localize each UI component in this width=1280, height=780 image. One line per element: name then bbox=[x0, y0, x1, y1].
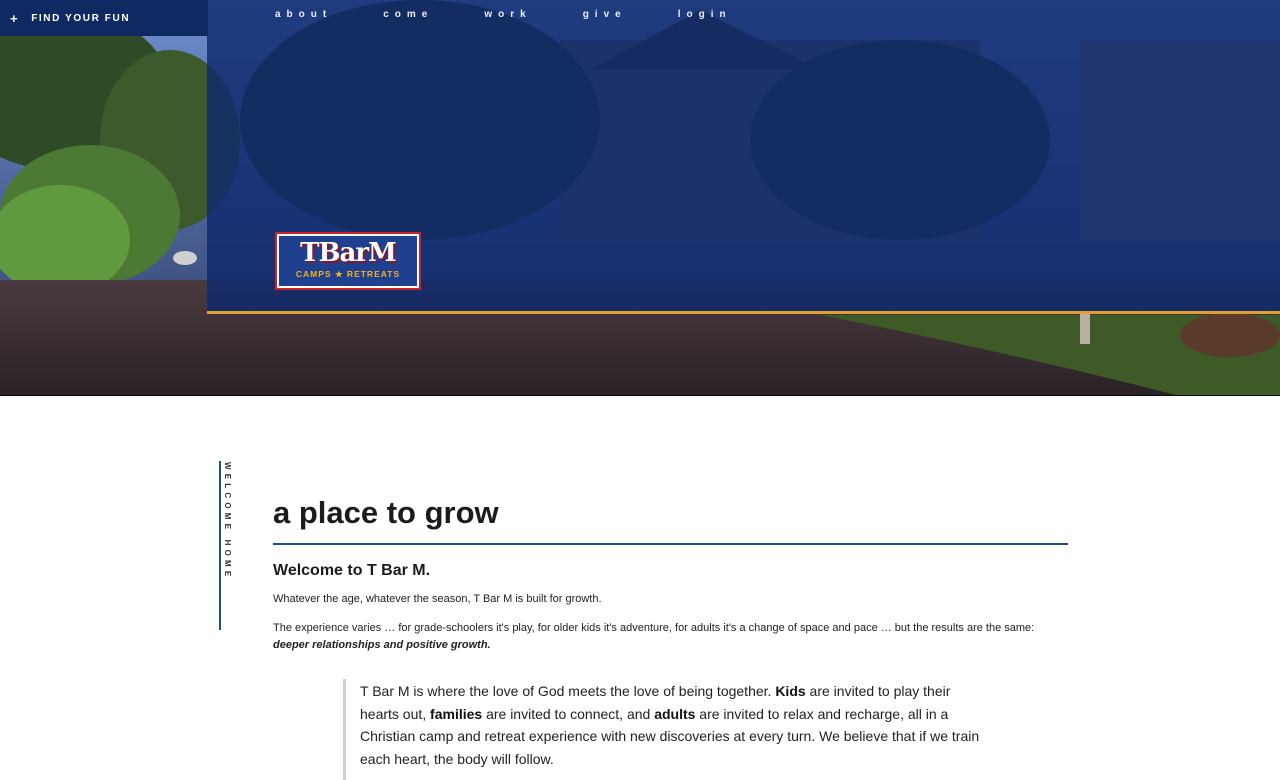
experience-text: The experience varies … for grade-school… bbox=[273, 622, 1035, 634]
quote-adults: adults bbox=[654, 705, 696, 722]
logo-tagline: CAMPS ★ RETREATS bbox=[295, 269, 401, 279]
quote-rule bbox=[343, 679, 346, 780]
hero-banner: + FIND YOUR FUN about come work give log… bbox=[0, 0, 1280, 396]
quote-kids: Kids bbox=[775, 683, 806, 699]
find-your-fun-label: FIND YOUR FUN bbox=[31, 12, 131, 24]
find-your-fun-button[interactable]: + FIND YOUR FUN bbox=[0, 0, 208, 36]
logo-wordmark: TBarM bbox=[300, 238, 397, 268]
nav-work[interactable]: work bbox=[484, 9, 531, 20]
main-nav: about come work give login bbox=[275, 9, 732, 20]
side-accent-rule bbox=[219, 461, 221, 630]
nav-give[interactable]: give bbox=[583, 9, 627, 20]
nav-come[interactable]: come bbox=[383, 9, 433, 20]
experience-paragraph: The experience varies … for grade-school… bbox=[273, 620, 1068, 654]
nav-login[interactable]: login bbox=[678, 9, 732, 20]
quote-families: families bbox=[430, 705, 483, 722]
nav-about[interactable]: about bbox=[275, 9, 332, 20]
tbarm-logo[interactable]: TBarM CAMPS ★ RETREATS bbox=[275, 232, 421, 290]
mission-quote: T Bar M is where the love of God meets t… bbox=[360, 680, 980, 770]
quote-text-1: T Bar M is where the love of God meets t… bbox=[360, 683, 776, 699]
headline-divider bbox=[273, 543, 1068, 545]
quote-text-3: are invited to connect, and bbox=[482, 705, 655, 722]
welcome-heading: Welcome to T Bar M. bbox=[273, 562, 431, 579]
experience-emphasis: deeper relationships and positive growth… bbox=[273, 639, 491, 651]
welcome-home-label: WELCOME HOME bbox=[223, 462, 232, 581]
page-headline: a place to grow bbox=[273, 495, 499, 530]
plus-icon: + bbox=[10, 10, 20, 26]
intro-paragraph: Whatever the age, whatever the season, T… bbox=[273, 593, 602, 605]
